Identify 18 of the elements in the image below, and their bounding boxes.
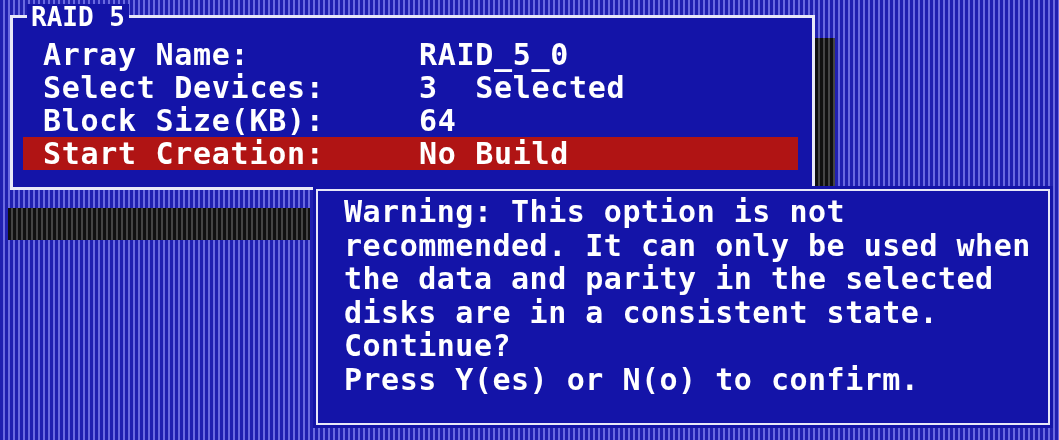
menu-row[interactable]: Array Name: RAID_5_0 <box>23 38 798 71</box>
field-value: No Build <box>419 137 571 170</box>
warning-text: Warning: This option is not <box>344 195 847 229</box>
field-label: Start Creation: <box>43 137 326 170</box>
warning-text: recommended. It can only be used when <box>344 228 1032 262</box>
field-value: 64 <box>419 104 458 137</box>
menu-row[interactable]: Block Size(KB): 64 <box>23 104 798 137</box>
menu-row[interactable]: Start Creation: No Build <box>23 137 798 170</box>
field-value: RAID_5_0 <box>419 38 571 71</box>
warning-text: Continue? <box>344 329 513 363</box>
menu-row[interactable]: Select Devices: 3 Selected <box>23 71 798 104</box>
field-label: Block Size(KB): <box>43 104 326 137</box>
field-value: 3 Selected <box>419 71 627 104</box>
warning-text: Press Y(es) or N(o) to confirm. <box>344 362 921 396</box>
warning-text: disks are in a consistent state. <box>344 295 939 329</box>
field-label: Select Devices: <box>43 71 326 104</box>
warning-text: the data and parity in the selected <box>344 262 995 296</box>
field-label: Array Name: <box>43 38 251 71</box>
